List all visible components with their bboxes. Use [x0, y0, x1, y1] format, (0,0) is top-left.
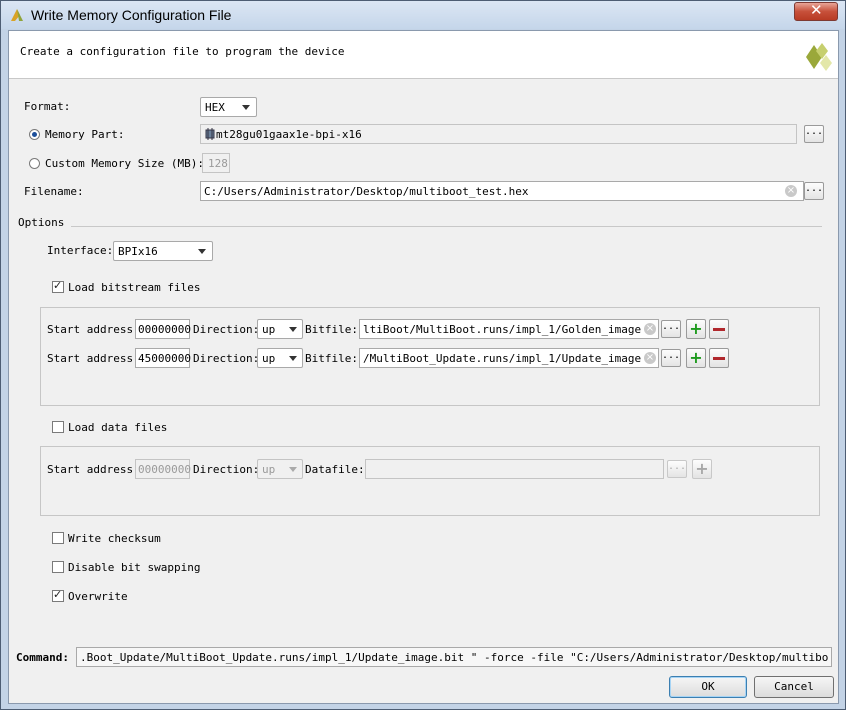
command-field[interactable]: .Boot_Update/MultiBoot_Update.runs/impl_… — [76, 647, 832, 667]
memory-chip-icon — [205, 128, 215, 140]
direction-value: up — [262, 352, 276, 365]
data-direction-value: up — [262, 463, 276, 476]
start-address-input[interactable]: 00000000 — [135, 319, 191, 339]
memory-part-value: mt28gu01gaax1e-bpi-x16 — [216, 128, 362, 141]
direction-select[interactable]: up — [257, 319, 303, 339]
add-icon[interactable]: + — [686, 348, 706, 368]
filename-browse-button[interactable]: ... — [804, 182, 824, 200]
custom-size-label: Custom Memory Size (MB): — [45, 157, 204, 170]
custom-size-field[interactable]: 128 — [202, 153, 230, 173]
chevron-down-icon — [289, 356, 297, 361]
dialog-body: Create a configuration file to program t… — [8, 30, 839, 704]
start-address-label: Start address: — [47, 352, 140, 365]
close-button[interactable]: ✕ — [794, 1, 838, 21]
direction-select[interactable]: up — [257, 348, 303, 368]
memory-part-browse-button[interactable]: ... — [804, 125, 824, 143]
memory-part-radio[interactable] — [29, 129, 40, 140]
format-select[interactable]: HEX — [200, 97, 257, 117]
bitfile-label: Bitfile: — [305, 323, 358, 336]
header-description: Create a configuration file to program t… — [20, 45, 345, 58]
options-title: Options — [18, 216, 65, 229]
custom-size-radio[interactable] — [29, 158, 40, 169]
load-data-label: Load data files — [68, 421, 168, 434]
load-bitstream-label: Load bitstream files — [68, 281, 201, 294]
direction-label: Direction: — [193, 352, 260, 365]
interface-value: BPIx16 — [118, 245, 158, 258]
options-separator — [71, 226, 822, 227]
datafile-browse-button[interactable]: ... — [667, 460, 687, 478]
datafile-label: Datafile: — [305, 463, 365, 476]
chevron-down-icon — [289, 327, 297, 332]
command-label: Command: — [16, 651, 69, 664]
clear-icon[interactable]: × — [785, 185, 797, 197]
dialog-window: Write Memory Configuration File ✕ Create… — [0, 0, 846, 710]
filename-label: Filename: — [24, 185, 84, 198]
datafile-input[interactable] — [365, 459, 664, 479]
bitfile-value: /MultiBoot_Update.runs/impl_1/Update_ima… — [363, 352, 643, 365]
disable-swap-checkbox[interactable] — [52, 561, 64, 573]
close-icon: ✕ — [810, 1, 823, 19]
overwrite-checkbox[interactable]: ✓ — [52, 588, 64, 602]
bitfile-browse-button[interactable]: ... — [661, 349, 681, 367]
data-direction-select[interactable]: up — [257, 459, 303, 479]
clear-icon[interactable]: × — [644, 323, 656, 335]
add-icon[interactable]: + — [686, 319, 706, 339]
header-band: Create a configuration file to program t… — [9, 31, 838, 79]
cancel-button[interactable]: Cancel — [754, 676, 834, 698]
direction-label: Direction: — [193, 323, 260, 336]
datafile-group — [40, 446, 820, 516]
bitfile-value: ltiBoot/MultiBoot.runs/impl_1/Golden_ima… — [363, 323, 643, 336]
interface-select[interactable]: BPIx16 — [113, 241, 213, 261]
data-start-address-input[interactable]: 00000000 — [135, 459, 191, 479]
command-value: .Boot_Update/MultiBoot_Update.runs/impl_… — [80, 651, 828, 664]
load-data-checkbox[interactable] — [52, 421, 64, 433]
remove-icon[interactable] — [709, 319, 729, 339]
bitfile-label: Bitfile: — [305, 352, 358, 365]
check-icon: ✓ — [53, 279, 63, 292]
title-bar[interactable]: Write Memory Configuration File ✕ — [1, 1, 845, 29]
interface-label: Interface: — [47, 244, 114, 257]
ok-button[interactable]: OK — [669, 676, 747, 698]
bitfile-browse-button[interactable]: ... — [661, 320, 681, 338]
chevron-down-icon — [242, 105, 250, 110]
memory-part-label: Memory Part: — [45, 128, 125, 141]
overwrite-label: Overwrite — [68, 590, 128, 603]
window-title: Write Memory Configuration File — [31, 7, 232, 23]
filename-input[interactable]: C:/Users/Administrator/Desktop/multiboot… — [200, 181, 804, 201]
write-checksum-checkbox[interactable] — [52, 532, 64, 544]
data-start-address-value: 00000000 — [138, 463, 191, 476]
bitfile-input[interactable]: /MultiBoot_Update.runs/impl_1/Update_ima… — [359, 348, 659, 368]
start-address-input[interactable]: 45000000 — [135, 348, 191, 368]
start-address-value: 00000000 — [138, 323, 191, 336]
direction-value: up — [262, 323, 276, 336]
start-address-label: Start address: — [47, 323, 140, 336]
add-icon[interactable]: + — [692, 459, 712, 479]
check-icon: ✓ — [53, 588, 63, 601]
xilinx-logo-icon — [806, 43, 832, 71]
format-value: HEX — [205, 101, 225, 114]
chevron-down-icon — [289, 467, 297, 472]
vivado-logo-icon — [11, 9, 23, 21]
clear-icon[interactable]: × — [644, 352, 656, 364]
custom-size-value: 128 — [208, 157, 228, 170]
disable-swap-label: Disable bit swapping — [68, 561, 201, 574]
memory-part-field[interactable]: mt28gu01gaax1e-bpi-x16 — [200, 124, 797, 144]
write-checksum-label: Write checksum — [68, 532, 161, 545]
data-direction-label: Direction: — [193, 463, 260, 476]
bitfile-input[interactable]: ltiBoot/MultiBoot.runs/impl_1/Golden_ima… — [359, 319, 659, 339]
load-bitstream-checkbox[interactable]: ✓ — [52, 279, 64, 293]
chevron-down-icon — [198, 249, 206, 254]
filename-value: C:/Users/Administrator/Desktop/multiboot… — [204, 185, 529, 198]
start-address-value: 45000000 — [138, 352, 191, 365]
format-label: Format: — [24, 100, 71, 113]
remove-icon[interactable] — [709, 348, 729, 368]
data-start-address-label: Start address: — [47, 463, 140, 476]
